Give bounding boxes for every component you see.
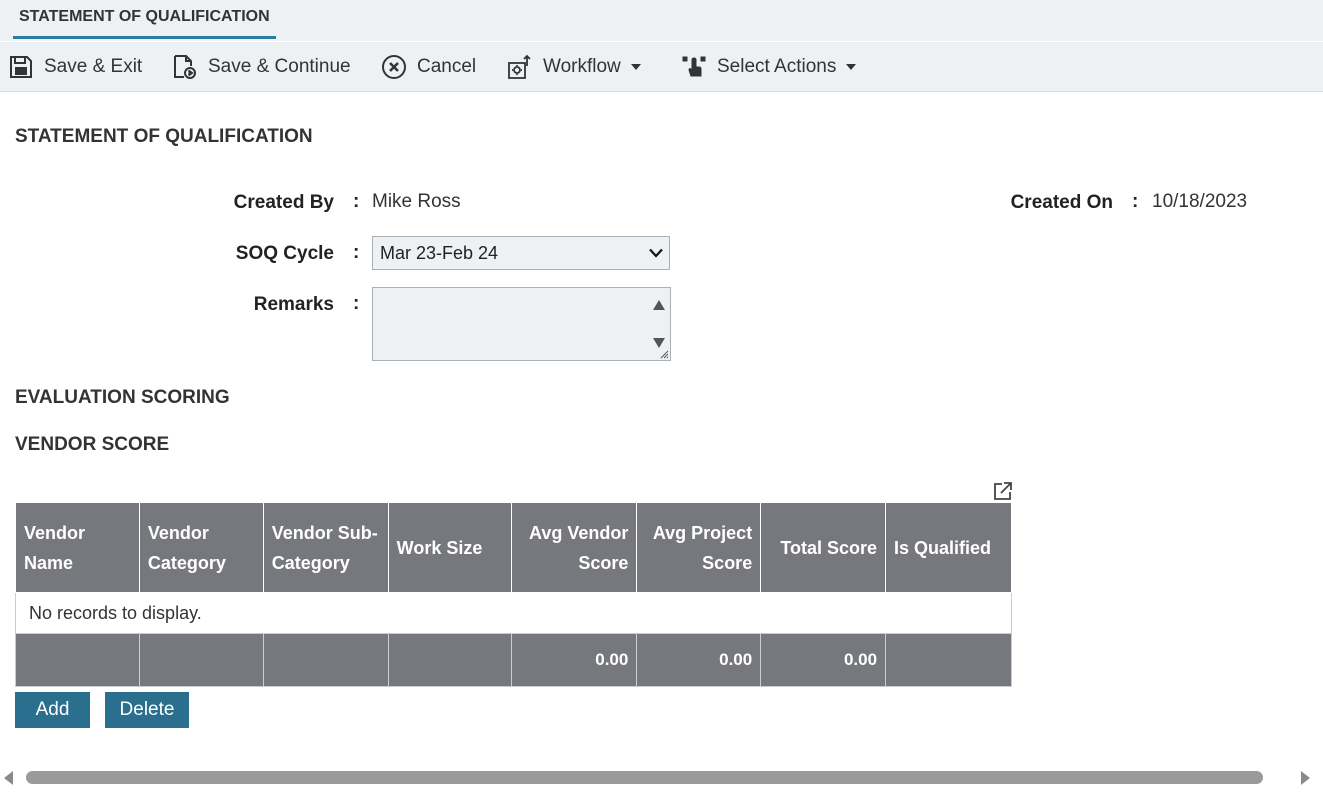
colon: : <box>1132 191 1139 212</box>
remarks-label: Remarks <box>253 294 334 315</box>
column-header[interactable]: Avg Vendor Score <box>511 502 638 593</box>
created-by-value: Mike Ross <box>372 191 461 212</box>
footer-cell <box>262 633 389 687</box>
chevron-down-icon <box>649 248 663 258</box>
horizontal-scrollbar[interactable] <box>0 766 1323 790</box>
footer-avg-vendor-score: 0.00 <box>511 633 638 687</box>
save-continue-button[interactable]: Save & Continue <box>172 42 351 91</box>
footer-total-score: 0.00 <box>760 633 887 687</box>
scroll-up-icon[interactable] <box>653 300 665 310</box>
created-by-label: Created By <box>233 192 334 213</box>
floppy-disk-icon <box>10 55 32 78</box>
created-on-label: Created On <box>1010 192 1113 213</box>
chevron-down-icon <box>846 63 857 70</box>
table-row: No records to display. <box>15 592 1012 634</box>
footer-cell <box>885 633 1012 687</box>
column-header[interactable]: Avg Project Score <box>636 502 762 593</box>
cancel-circle-icon <box>382 54 406 79</box>
document-arrow-icon <box>174 54 196 79</box>
footer-cell <box>138 633 264 687</box>
empty-message: No records to display. <box>15 592 1012 634</box>
cancel-label: Cancel <box>417 55 477 77</box>
select-actions-label: Select Actions <box>717 55 837 77</box>
add-button[interactable]: Add <box>15 692 90 728</box>
vendor-score-title: VENDOR SCORE <box>15 434 170 455</box>
soq-cycle-value: Mar 23-Feb 24 <box>380 243 499 263</box>
column-header[interactable]: Work Size <box>387 502 513 593</box>
scrollbar-thumb[interactable] <box>26 771 1263 784</box>
hand-pointer-icon <box>682 56 706 76</box>
column-header[interactable]: Is Qualified <box>885 502 1012 593</box>
column-header[interactable]: Vendor Category <box>138 502 264 593</box>
colon: : <box>353 293 360 314</box>
table-header-row: Vendor Name Vendor Category Vendor Sub-C… <box>15 502 1012 593</box>
toolbar: Save & Exit Save & Continue Cancel Workf… <box>0 42 1323 92</box>
created-on-value: 10/18/2023 <box>1152 191 1248 212</box>
delete-button[interactable]: Delete <box>105 692 189 728</box>
tab-bar: STATEMENT OF QUALIFICATION <box>0 0 1323 41</box>
column-header[interactable]: Vendor Name <box>15 502 140 593</box>
workflow-dropdown[interactable]: Workflow <box>507 42 641 91</box>
remarks-textarea[interactable] <box>372 287 671 361</box>
column-header[interactable]: Total Score <box>760 502 887 593</box>
chevron-down-icon <box>630 63 641 70</box>
tab-statement-of-qualification[interactable]: STATEMENT OF QUALIFICATION <box>13 0 276 39</box>
evaluation-scoring-title: EVALUATION SCORING <box>15 387 230 408</box>
vendor-score-table: Vendor Name Vendor Category Vendor Sub-C… <box>15 502 1012 687</box>
footer-avg-project-score: 0.00 <box>636 633 762 687</box>
colon: : <box>353 242 360 263</box>
cancel-button[interactable]: Cancel <box>381 42 476 91</box>
save-continue-label: Save & Continue <box>208 55 351 77</box>
column-header[interactable]: Vendor Sub-Category <box>262 502 389 593</box>
scroll-down-icon[interactable] <box>653 338 665 348</box>
footer-cell <box>387 633 513 687</box>
resize-grip-icon[interactable] <box>659 349 669 359</box>
save-exit-button[interactable]: Save & Exit <box>8 42 142 91</box>
external-link-icon[interactable] <box>993 481 1013 501</box>
table-footer-row: 0.00 0.00 0.00 <box>15 633 1012 687</box>
colon: : <box>353 191 360 212</box>
soq-cycle-select[interactable]: Mar 23-Feb 24 <box>372 236 670 270</box>
soq-cycle-label: SOQ Cycle <box>235 243 334 264</box>
scroll-right-icon[interactable] <box>1301 771 1310 785</box>
select-actions-dropdown[interactable]: Select Actions <box>681 42 857 91</box>
footer-cell <box>15 633 140 687</box>
scroll-left-icon[interactable] <box>4 771 13 785</box>
save-exit-label: Save & Exit <box>44 55 143 77</box>
form-title: STATEMENT OF QUALIFICATION <box>15 126 313 147</box>
workflow-icon <box>508 54 531 79</box>
workflow-label: Workflow <box>543 55 621 77</box>
